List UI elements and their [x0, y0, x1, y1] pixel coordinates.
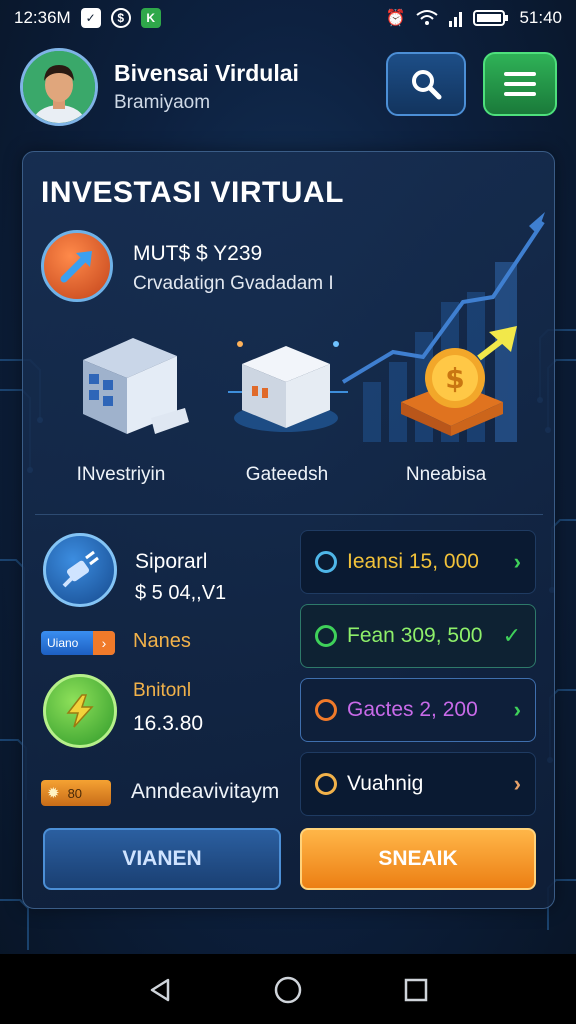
sponsor-badge[interactable]	[43, 533, 117, 607]
coins-stack-illustration[interactable]: $	[393, 322, 523, 442]
list-item[interactable]: Gactes 2, 200 ›	[300, 678, 536, 742]
wifi-icon	[416, 10, 439, 25]
bolt-title: Bnitonl	[133, 680, 192, 701]
status-dot	[315, 551, 337, 573]
chevron-right-icon: ›	[513, 697, 521, 722]
status-badge-gold[interactable]: ✹ 80	[41, 780, 111, 806]
list-item-text: Gactes 2, 200	[347, 698, 478, 721]
status-badge-blue[interactable]: Uiano ›	[41, 631, 115, 655]
list-item[interactable]: Fean 309, 500 ✓	[300, 604, 536, 668]
status-dot	[315, 773, 337, 795]
back-nav-button[interactable]	[144, 974, 176, 1006]
growth-badge	[41, 230, 113, 302]
bolt-badge[interactable]	[43, 674, 117, 748]
svg-text:$: $	[445, 362, 464, 395]
recents-nav-icon	[404, 978, 428, 1002]
panel-title: INVESTASI VIRTUAL	[41, 176, 344, 209]
star-icon: ✹	[47, 785, 60, 802]
avatar[interactable]	[20, 48, 98, 126]
badge-blue-label: Uiano	[47, 636, 79, 650]
panel-divider	[35, 514, 543, 515]
gateway-box-illustration[interactable]	[228, 330, 348, 442]
menu-icon	[504, 72, 536, 96]
back-nav-icon	[150, 978, 170, 1002]
vianen-button[interactable]: VIANEN	[43, 828, 281, 890]
illustration-label-2: Gateedsh	[245, 464, 329, 485]
illustration-label-1: INvestriyin	[76, 464, 166, 485]
avatar-portrait	[23, 51, 95, 123]
home-nav-icon	[274, 976, 302, 1004]
badge-arrow-icon: ›	[93, 631, 115, 655]
chevron-right-icon: ›	[513, 771, 521, 796]
signal-icon	[449, 12, 463, 27]
illustration-label-3: Nneabisa	[405, 464, 487, 485]
list-item[interactable]: Vuahnig ›	[300, 752, 536, 816]
portfolio-description: Crvadatign Gvadadam I	[133, 273, 334, 294]
sneaik-button[interactable]: SNEAIK	[300, 828, 536, 890]
status-dot	[315, 625, 337, 647]
app-subtitle: Bramiyaom	[114, 92, 211, 113]
andea-label: Anndeavivitaym	[131, 780, 280, 803]
list-item-text: Vuahnig	[347, 772, 424, 795]
home-nav-button[interactable]	[272, 974, 304, 1006]
sponsor-title: Siporarl	[135, 550, 208, 573]
chevron-right-icon: ›	[513, 549, 521, 574]
mail-notification-icon: ✓	[80, 8, 101, 28]
app-notification-icon: K	[140, 8, 161, 28]
plug-icon	[62, 550, 99, 588]
check-icon: ✓	[502, 623, 521, 648]
nanes-label: Nanes	[133, 630, 191, 652]
recents-nav-button[interactable]	[400, 974, 432, 1006]
sponsor-value: $ 5 04,,V1	[135, 582, 227, 604]
portfolio-value: MUT$ $ Y239	[133, 242, 263, 265]
list-item-text: Ieansi 15, 000	[347, 550, 479, 573]
status-bar: 12:36M ✓ $ K ⏰ 51:40	[0, 0, 576, 36]
status-dot	[315, 699, 337, 721]
growth-arrow-icon	[60, 251, 92, 283]
app-header: Bivensai Virdulai Bramiyaom	[0, 44, 576, 134]
investment-building-illustration[interactable]	[73, 330, 193, 442]
list-item[interactable]: Ieansi 15, 000 ›	[300, 530, 536, 594]
status-time-right: 51:40	[519, 8, 562, 27]
android-nav-bar	[0, 954, 576, 1024]
badge-gold-number: 80	[67, 785, 83, 801]
settings-notification-icon: $	[110, 8, 131, 28]
alarm-icon: ⏰	[385, 10, 406, 27]
bolt-value: 16.3.80	[133, 712, 204, 735]
search-icon	[412, 70, 442, 100]
bolt-icon	[66, 694, 94, 728]
app-title: Bivensai Virdulai	[114, 60, 299, 86]
search-button[interactable]	[386, 52, 466, 116]
battery-icon	[473, 10, 509, 26]
status-time-left: 12:36M	[14, 8, 71, 27]
menu-button[interactable]	[483, 52, 557, 116]
investment-panel: INVESTASI VIRTUAL MUT$ $ Y239 Crvadatign…	[22, 151, 555, 909]
list-item-text: Fean 309, 500	[347, 624, 483, 647]
